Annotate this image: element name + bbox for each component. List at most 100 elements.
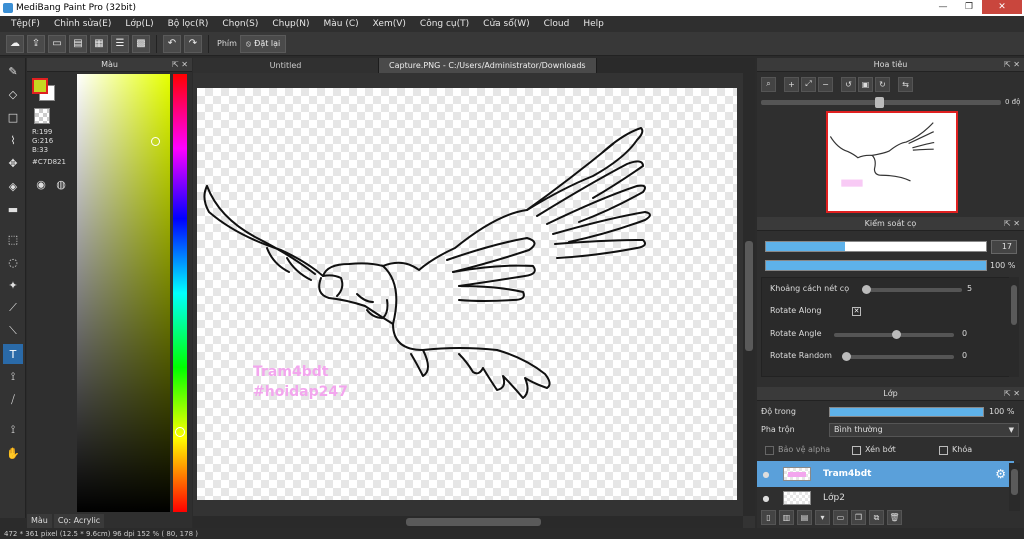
zoom-icon[interactable]: ⌕ — [761, 76, 776, 92]
eyedropper-tool-icon[interactable]: ⟟ — [3, 420, 23, 440]
palette-icon[interactable]: ◉ — [33, 176, 49, 192]
select-pen-tool-icon[interactable]: ⟋ — [3, 298, 23, 318]
blend-mode-select[interactable]: Bình thường ▼ — [829, 423, 1019, 437]
menu-edit[interactable]: Chỉnh sửa(E) — [47, 19, 118, 29]
lock-checkbox[interactable] — [939, 446, 948, 455]
canvas-horizontal-scrollbar[interactable] — [193, 516, 743, 528]
palette-add-icon[interactable]: ◍ — [53, 176, 69, 192]
eye-icon[interactable]: ● — [757, 470, 775, 479]
undo-icon[interactable]: ↶ — [163, 34, 181, 53]
scroll-thumb[interactable] — [1011, 469, 1018, 495]
menu-file[interactable]: Tệp(F) — [4, 19, 47, 29]
menu-filter[interactable]: Bộ lọc(R) — [161, 19, 216, 29]
layer-list-scrollbar[interactable] — [1009, 463, 1020, 511]
fit-screen-icon[interactable]: ▣ — [858, 76, 873, 92]
merge-layer-icon[interactable]: ⧉ — [869, 510, 884, 525]
eye-icon[interactable]: ● — [757, 494, 775, 503]
brush-opacity-bar[interactable] — [765, 260, 987, 271]
scroll-thumb[interactable] — [406, 518, 541, 526]
zoom-in-icon[interactable]: + — [784, 76, 799, 92]
minimize-button[interactable]: — — [930, 0, 956, 14]
gear-icon[interactable]: ⚙ — [995, 467, 1006, 481]
rotation-slider-knob[interactable] — [875, 97, 884, 108]
hand-tool-icon[interactable]: ✋ — [3, 443, 23, 463]
close-button[interactable]: ✕ — [982, 0, 1022, 14]
magic-wand-tool-icon[interactable]: ✦ — [3, 275, 23, 295]
document-icon[interactable]: ▦ — [90, 34, 108, 53]
flip-icon[interactable]: ⇆ — [898, 76, 913, 92]
new-layer-icon[interactable]: ▯ — [761, 510, 776, 525]
menu-view[interactable]: Xem(V) — [366, 19, 413, 29]
layer-item-lop2[interactable]: ● Lớp2 — [757, 488, 1014, 508]
cloud-icon[interactable]: ☁ — [6, 34, 24, 53]
rect-select-tool-icon[interactable]: ⬚ — [3, 229, 23, 249]
rotate-angle-knob[interactable] — [892, 330, 901, 339]
rotate-random-slider[interactable] — [842, 355, 954, 359]
rotate-random-knob[interactable] — [842, 352, 851, 361]
list-icon[interactable]: ☰ — [111, 34, 129, 53]
divide-tool-icon[interactable]: ⧸ — [3, 390, 23, 410]
brush-size-value[interactable]: 17 — [991, 240, 1017, 254]
redo-icon[interactable]: ↷ — [184, 34, 202, 53]
tab-capture[interactable]: Capture.PNG - C:/Users/Administrator/Dow… — [379, 58, 597, 73]
sv-picker-cursor[interactable] — [151, 137, 160, 146]
menu-layer[interactable]: Lớp(L) — [118, 19, 160, 29]
tab-color[interactable]: Màu — [27, 514, 52, 528]
delete-layer-icon[interactable]: 🗑 — [887, 510, 902, 525]
rotate-along-checkbox[interactable]: ✕ — [852, 307, 861, 316]
move-tool-icon[interactable]: ✥ — [3, 153, 23, 173]
new-halftone-layer-icon[interactable]: ▥ — [779, 510, 794, 525]
hue-slider-cursor[interactable] — [175, 427, 185, 437]
panel-controls[interactable]: ⇱ ✕ — [1004, 58, 1020, 72]
scroll-thumb[interactable] — [745, 241, 753, 351]
fill-tool-icon[interactable]: ◈ — [3, 176, 23, 196]
message-icon[interactable]: ▤ — [69, 34, 87, 53]
foreground-color-swatch[interactable] — [32, 78, 48, 94]
layer-item-tram4bdt[interactable]: ● Tram4bdt ⚙ — [757, 461, 1014, 487]
navigator-preview[interactable] — [826, 111, 958, 213]
transparent-color-swatch[interactable] — [34, 108, 50, 124]
spacing-slider-knob[interactable] — [862, 285, 871, 294]
eraser-tool-icon[interactable]: ◇ — [3, 84, 23, 104]
hue-slider[interactable] — [173, 74, 187, 512]
add-layer-menu-icon[interactable]: ▾ — [815, 510, 830, 525]
menu-color[interactable]: Màu (C) — [317, 19, 366, 29]
maximize-button[interactable]: ❐ — [956, 0, 982, 14]
menu-capture[interactable]: Chụp(N) — [265, 19, 316, 29]
panel-controls[interactable]: ⇱ ✕ — [172, 58, 188, 72]
upload-icon[interactable]: ⇪ — [27, 34, 45, 53]
operation-tool-icon[interactable]: ⟟ — [3, 367, 23, 387]
menu-help[interactable]: Help — [576, 19, 611, 29]
new-8bit-layer-icon[interactable]: ▤ — [797, 510, 812, 525]
brush-size-bar[interactable] — [765, 241, 987, 252]
menu-select[interactable]: Chọn(S) — [215, 19, 265, 29]
menu-tools[interactable]: Công cụ(T) — [413, 19, 476, 29]
panel-controls[interactable]: ⇱ ✕ — [1004, 387, 1020, 401]
zoom-out-icon[interactable]: − — [818, 76, 833, 92]
gradient-tool-icon[interactable]: ▬ — [3, 199, 23, 219]
grid-icon[interactable]: ▩ — [132, 34, 150, 53]
menu-window[interactable]: Cửa sổ(W) — [476, 19, 536, 29]
rotate-right-icon[interactable]: ↻ — [875, 76, 890, 92]
layer-opacity-bar[interactable] — [829, 407, 984, 417]
clipping-checkbox[interactable] — [852, 446, 861, 455]
tab-brush[interactable]: Cọ: Acrylic — [53, 514, 105, 528]
reset-button[interactable]: ⦸ Đặt lại — [239, 34, 287, 53]
new-folder-icon[interactable]: ▭ — [833, 510, 848, 525]
menu-cloud[interactable]: Cloud — [537, 19, 577, 29]
lasso-tool-icon[interactable]: ◌ — [3, 252, 23, 272]
drawing-canvas[interactable]: Tram4bdt #hoidap247 — [197, 88, 737, 500]
brush-tool-icon[interactable]: ✎ — [3, 61, 23, 81]
tab-untitled[interactable]: Untitled — [193, 58, 379, 73]
select-eraser-tool-icon[interactable]: ⟍ — [3, 321, 23, 341]
duplicate-layer-icon[interactable]: ❐ — [851, 510, 866, 525]
text-tool-icon[interactable]: T — [3, 344, 23, 364]
rotate-left-icon[interactable]: ↺ — [841, 76, 856, 92]
protect-alpha-checkbox[interactable] — [765, 446, 774, 455]
panel-controls[interactable]: ⇱ ✕ — [1004, 217, 1020, 231]
scroll-thumb[interactable] — [1011, 285, 1017, 325]
dot-brush-tool-icon[interactable]: ⌇ — [3, 130, 23, 150]
fit-icon[interactable]: ⤢ — [801, 76, 816, 92]
brush-properties-scrollbar[interactable] — [1009, 277, 1019, 377]
shape-tool-icon[interactable]: □ — [3, 107, 23, 127]
